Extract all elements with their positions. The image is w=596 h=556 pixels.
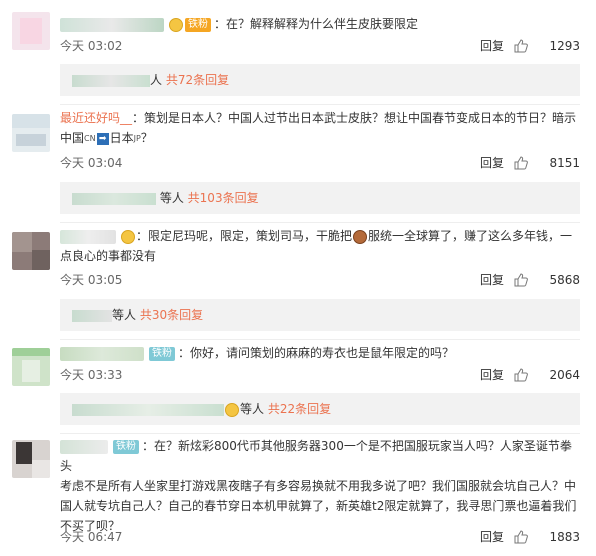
fan-badge: 铁粉 (149, 346, 175, 361)
sub-reply-users: 等人 (240, 402, 265, 416)
view-replies-link[interactable]: 共103条回复 (188, 191, 259, 205)
timestamp: 今天 03:02 (60, 39, 123, 53)
face-emoji-icon (121, 229, 135, 244)
username[interactable]: 最近还好吗__ (60, 111, 132, 125)
comment-meta: 今天 03:33 回复 2064 (60, 365, 580, 385)
reply-button[interactable]: 回复 (480, 527, 504, 547)
blue-arrow-icon: ➡ (96, 132, 109, 145)
sub-reply-users-blurred (72, 192, 156, 205)
username-blurred[interactable] (60, 17, 164, 32)
sub-replies[interactable]: 等人 共30条回复 (60, 299, 580, 331)
divider (60, 104, 580, 105)
timestamp: 今天 03:05 (60, 273, 123, 287)
comment-body: 铁粉 ：在？解释解释为什么伴生皮肤要限定 (60, 14, 580, 34)
view-replies-link[interactable]: 共30条回复 (140, 308, 203, 322)
view-replies-link[interactable]: 共22条回复 (268, 402, 331, 416)
sub-reply-users-blurred (72, 309, 112, 322)
thumbs-up-icon[interactable] (514, 368, 528, 382)
comment-body: 铁粉 ：你好，请问策划的麻麻的寿衣也是鼠年限定的吗？ (60, 343, 580, 363)
comment-text: 限定尼玛呢，限定，策划司马，干脆把 (148, 229, 353, 243)
sub-reply-users-blurred (72, 403, 224, 416)
thumbs-up-icon[interactable] (514, 39, 528, 53)
thumbs-up-icon[interactable] (514, 530, 528, 544)
flag-jp-label: JP (133, 133, 141, 143)
sub-reply-users: 等人 (112, 308, 137, 322)
sub-reply-users: 等人 (159, 191, 184, 205)
comment-text: 你好，请问策划的麻麻的寿衣也是鼠年限定的吗？ (190, 346, 455, 360)
comment-meta: 今天 03:05 回复 5868 (60, 270, 580, 290)
comment-text-line: 日本 (109, 131, 134, 145)
username-blurred[interactable] (60, 346, 144, 361)
fan-badge: 铁粉 (113, 439, 139, 454)
comment-text: 在？解释解释为什么伴生皮肤要限定 (226, 17, 419, 31)
sub-replies[interactable]: 等人 共103条回复 (60, 182, 580, 214)
like-count: 1293 (549, 39, 580, 53)
reply-button[interactable]: 回复 (480, 270, 504, 290)
avatar-emoji-icon (353, 229, 368, 244)
comment-text-line: 中国 (60, 131, 85, 145)
fan-badge: 铁粉 (185, 17, 211, 32)
sub-replies[interactable]: 等人 共22条回复 (60, 393, 580, 425)
face-emoji-icon (169, 17, 183, 32)
like-count: 5868 (549, 273, 580, 287)
comment-body: ：限定尼玛呢，限定，策划司马，干脆把 服统一全球算了，赚了这么多年钱，一 点良心的… (60, 226, 580, 266)
timestamp: 今天 06:47 (60, 530, 123, 544)
username-blurred[interactable] (60, 229, 116, 244)
timestamp: 今天 03:04 (60, 156, 123, 170)
reply-button[interactable]: 回复 (480, 365, 504, 385)
comment-text-line: 国人就专坑自己人？自己的春节穿日本机甲就算了，新英雄t2限定就算了，我寻思门票也… (60, 499, 577, 513)
like-count: 2064 (549, 368, 580, 382)
comment-meta: 今天 06:47 回复 1883 (60, 527, 580, 547)
avatar[interactable] (12, 12, 50, 50)
comment-meta: 今天 03:02 回复 1293 (60, 36, 580, 56)
sub-reply-users-blurred (72, 74, 150, 87)
avatar[interactable] (12, 114, 50, 152)
thumbs-up-icon[interactable] (514, 156, 528, 170)
like-count: 1883 (549, 530, 580, 544)
reply-button[interactable]: 回复 (480, 153, 504, 173)
like-count: 8151 (549, 156, 580, 170)
comment-text: 服统一全球算了，赚了这么多年钱，一 (368, 229, 573, 243)
avatar[interactable] (12, 232, 50, 270)
sub-reply-users: 人 (150, 73, 163, 87)
divider (60, 222, 580, 223)
timestamp: 今天 03:33 (60, 368, 123, 382)
comment-text-line: 考虑不是所有人坐家里打游戏黑夜瞎子有多容易换就不用我多说了吧？我们国服就会坑自己… (60, 479, 577, 493)
comment-text: 策划是日本人？中国人过节出日本武士皮肤？想让中国春节变成日本的节日？暗示 (144, 111, 577, 125)
comment-text-line: 点良心的事都没有 (60, 249, 157, 263)
reply-button[interactable]: 回复 (480, 36, 504, 56)
avatar[interactable] (12, 348, 50, 386)
divider (60, 433, 580, 434)
thumbs-up-icon[interactable] (514, 273, 528, 287)
sub-replies[interactable]: 人 共72条回复 (60, 64, 580, 96)
view-replies-link[interactable]: 共72条回复 (166, 73, 229, 87)
comment-meta: 今天 03:04 回复 8151 (60, 153, 580, 173)
flag-cn-label: CN (84, 133, 96, 143)
username-blurred[interactable] (60, 439, 108, 454)
divider (60, 339, 580, 340)
face-emoji-icon (225, 402, 239, 417)
comment-text-line: ？ (140, 131, 153, 145)
comment-body: 铁粉 ：在？新炫彩800代币其他服务器300一个是不把国服玩家当人吗？人家圣诞节拳… (60, 436, 580, 536)
avatar[interactable] (12, 440, 50, 478)
comment-body: 最近还好吗__：策划是日本人？中国人过节出日本武士皮肤？想让中国春节变成日本的节… (60, 108, 580, 149)
